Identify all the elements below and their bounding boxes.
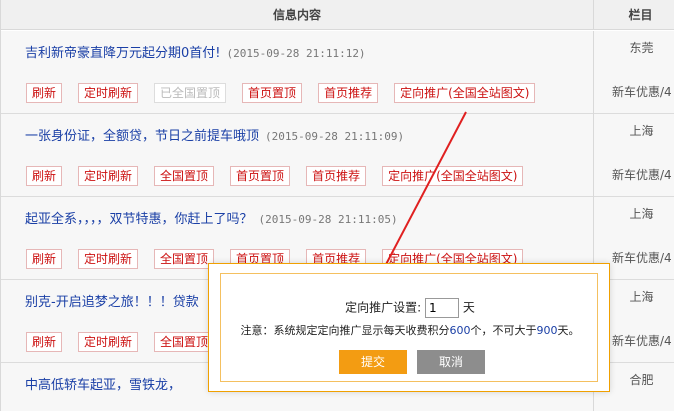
row-title-link[interactable]: 一张身份证，全额贷，节日之前提车哦顶 <box>25 129 259 144</box>
row-title-link[interactable]: 吉利新帝豪直降万元起分期0首付! <box>25 46 220 61</box>
timed-refresh-button[interactable]: 定时刷新 <box>78 249 139 269</box>
row-title-line: 吉利新帝豪直降万元起分期0首付! (2015-09-28 21:11:12) <box>25 42 366 61</box>
timed-refresh-button[interactable]: 定时刷新 <box>78 332 139 352</box>
note-prefix: 注意：系统规定定向推广显示每天收费积分 <box>240 324 450 337</box>
row-category: 新车优惠/4 <box>612 251 672 265</box>
row-category: 新车优惠/4 <box>612 334 672 348</box>
row-time: (2015-09-28 21:11:12) <box>226 47 366 60</box>
dialog-body: 定向推广设置: 天 注意：系统规定定向推广显示每天收费积分600个，不可大于90… <box>220 273 598 382</box>
table-row: 吉利新帝豪直降万元起分期0首付! (2015-09-28 21:11:12) 刷新… <box>1 31 674 114</box>
row-title-line: 中高低轿车起亚，雪铁龙， <box>25 374 181 393</box>
dialog-note: 注意：系统规定定向推广显示每天收费积分600个，不可大于900天。 <box>221 322 599 338</box>
targeted-promotion-dialog: 定向推广设置: 天 注意：系统规定定向推广显示每天收费积分600个，不可大于90… <box>208 263 610 392</box>
refresh-button[interactable]: 刷新 <box>26 332 63 352</box>
targeted-promotion-button[interactable]: 定向推广(全国全站图文) <box>382 166 524 186</box>
refresh-button[interactable]: 刷新 <box>26 249 63 269</box>
timed-refresh-button[interactable]: 定时刷新 <box>78 83 139 103</box>
national-top-button[interactable]: 全国置顶 <box>154 332 215 352</box>
row-city: 东莞 <box>629 41 654 55</box>
row-category: 新车优惠/4 <box>612 85 672 99</box>
national-top-button: 已全国置顶 <box>154 83 227 103</box>
refresh-button[interactable]: 刷新 <box>26 166 63 186</box>
header-column: 栏目 <box>628 8 653 22</box>
setting-label: 定向推广设置: <box>345 300 422 315</box>
row-actions: 刷新 定时刷新 已全国置顶 首页置顶 首页推荐 定向推广(全国全站图文) <box>26 83 551 103</box>
homepage-recommend-button[interactable]: 首页推荐 <box>306 166 367 186</box>
note-middle: 个，不可大于 <box>470 324 537 337</box>
row-title-link[interactable]: 起亚全系，，，，双节特惠，你赶上了吗？ <box>25 212 253 227</box>
days-input[interactable] <box>425 298 460 318</box>
row-title-line: 别克-开启追梦之旅！！！贷款 <box>25 291 199 310</box>
row-time: (2015-09-28 21:11:05) <box>258 213 398 226</box>
national-top-button[interactable]: 全国置顶 <box>154 249 215 269</box>
row-actions: 刷新 定时刷新 全国置顶 首页置顶 首页推荐 定向推广(全国全站图文) <box>26 166 539 186</box>
refresh-button[interactable]: 刷新 <box>26 83 63 103</box>
header-content: 信息内容 <box>1 0 594 30</box>
note-max: 900 <box>536 324 558 337</box>
targeted-promotion-button[interactable]: 定向推广(全国全站图文) <box>394 83 536 103</box>
timed-refresh-button[interactable]: 定时刷新 <box>78 166 139 186</box>
homepage-top-button[interactable]: 首页置顶 <box>230 166 291 186</box>
row-title-link[interactable]: 中高低轿车起亚，雪铁龙， <box>25 378 181 393</box>
table-header: 信息内容 栏目 <box>1 0 674 30</box>
note-suffix: 天。 <box>557 324 580 337</box>
row-title-link[interactable]: 别克-开启追梦之旅！！！贷款 <box>25 295 199 310</box>
days-setting-line: 定向推广设置: 天 <box>221 298 599 318</box>
cancel-button[interactable]: 取消 <box>417 350 485 374</box>
submit-button[interactable]: 提交 <box>339 350 407 374</box>
row-category: 新车优惠/4 <box>612 168 672 182</box>
table-row: 一张身份证，全额贷，节日之前提车哦顶 (2015-09-28 21:11:09) … <box>1 114 674 197</box>
row-city: 上海 <box>629 207 654 221</box>
days-unit: 天 <box>462 300 475 315</box>
note-points: 600 <box>449 324 471 337</box>
homepage-recommend-button[interactable]: 首页推荐 <box>318 83 379 103</box>
row-time: (2015-09-28 21:11:09) <box>265 130 405 143</box>
row-content: 一张身份证，全额贷，节日之前提车哦顶 (2015-09-28 21:11:09) … <box>1 114 594 197</box>
national-top-button[interactable]: 全国置顶 <box>154 166 215 186</box>
row-title-line: 一张身份证，全额贷，节日之前提车哦顶 (2015-09-28 21:11:09) <box>25 125 404 144</box>
row-content: 吉利新帝豪直降万元起分期0首付! (2015-09-28 21:11:12) 刷新… <box>1 31 594 114</box>
homepage-top-button[interactable]: 首页置顶 <box>242 83 303 103</box>
row-title-line: 起亚全系，，，，双节特惠，你赶上了吗？ (2015-09-28 21:11:05) <box>25 208 398 227</box>
row-city: 上海 <box>629 124 654 138</box>
dialog-buttons: 提交 取消 <box>339 350 485 374</box>
row-actions: 刷新 定时刷新 全国置顶 <box>26 332 230 352</box>
